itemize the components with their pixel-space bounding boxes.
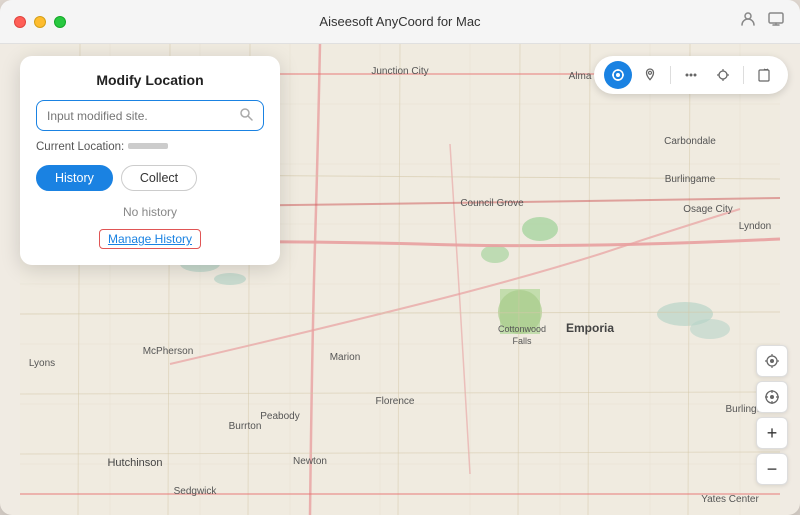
zoom-out-button[interactable]: −	[756, 453, 788, 485]
svg-text:Emporia: Emporia	[566, 321, 614, 335]
svg-text:Hutchinson: Hutchinson	[107, 457, 162, 469]
current-location-value	[128, 141, 168, 153]
no-history-text: No history	[36, 205, 264, 219]
search-icon	[239, 107, 253, 124]
svg-text:Junction City: Junction City	[371, 66, 428, 77]
dots-tool-button[interactable]	[677, 61, 705, 89]
map-zoom-controls: + −	[756, 345, 788, 485]
search-bar	[36, 100, 264, 131]
svg-text:Osage City: Osage City	[683, 204, 732, 215]
title-bar-icons	[740, 11, 784, 32]
tab-history-button[interactable]: History	[36, 165, 113, 191]
svg-text:Florence: Florence	[376, 396, 415, 407]
tab-row: History Collect	[36, 165, 264, 191]
minimize-button[interactable]	[34, 16, 46, 28]
panel-title: Modify Location	[36, 72, 264, 88]
traffic-lights	[14, 16, 66, 28]
export-tool-button[interactable]	[750, 61, 778, 89]
tab-collect-button[interactable]: Collect	[121, 165, 197, 191]
pin-tool-button[interactable]	[636, 61, 664, 89]
manage-history-link[interactable]: Manage History	[99, 229, 201, 249]
toolbar-separator	[670, 66, 671, 84]
svg-text:Sedgwick: Sedgwick	[174, 486, 218, 497]
svg-text:Cottonwood: Cottonwood	[498, 324, 546, 334]
current-location-button[interactable]	[756, 345, 788, 377]
monitor-icon[interactable]	[768, 11, 784, 32]
map-toolbar	[594, 56, 788, 94]
svg-text:Burrton: Burrton	[229, 421, 262, 432]
locate-tool-button[interactable]	[604, 61, 632, 89]
current-location-label: Current Location:	[36, 141, 124, 153]
svg-text:Council Grove: Council Grove	[460, 198, 524, 209]
svg-text:Newton: Newton	[293, 456, 327, 467]
svg-text:Marion: Marion	[330, 352, 361, 363]
toolbar-separator-2	[743, 66, 744, 84]
svg-text:Lyndon: Lyndon	[739, 221, 771, 232]
svg-text:Lyons: Lyons	[29, 358, 55, 369]
svg-text:Carbondale: Carbondale	[664, 136, 716, 147]
map-area: Junction City Alma Abilene Carbondale Bu…	[0, 44, 800, 515]
zoom-in-button[interactable]: +	[756, 417, 788, 449]
svg-text:Peabody: Peabody	[260, 411, 299, 422]
gps-location-button[interactable]	[756, 381, 788, 413]
modify-location-panel: Modify Location Current Location:	[20, 56, 280, 265]
crosshair-tool-button[interactable]	[709, 61, 737, 89]
app-window: Aiseesoft AnyCoord for Mac	[0, 0, 800, 515]
search-input[interactable]	[47, 109, 233, 123]
svg-text:Falls: Falls	[512, 336, 532, 346]
svg-text:Yates Center: Yates Center	[701, 494, 759, 505]
svg-text:Burlingame: Burlingame	[665, 174, 716, 185]
user-icon[interactable]	[740, 11, 756, 32]
title-bar: Aiseesoft AnyCoord for Mac	[0, 0, 800, 44]
current-location-row: Current Location:	[36, 141, 264, 153]
maximize-button[interactable]	[54, 16, 66, 28]
close-button[interactable]	[14, 16, 26, 28]
svg-text:McPherson: McPherson	[143, 346, 194, 357]
svg-text:Alma: Alma	[569, 71, 592, 82]
window-title: Aiseesoft AnyCoord for Mac	[319, 14, 480, 29]
